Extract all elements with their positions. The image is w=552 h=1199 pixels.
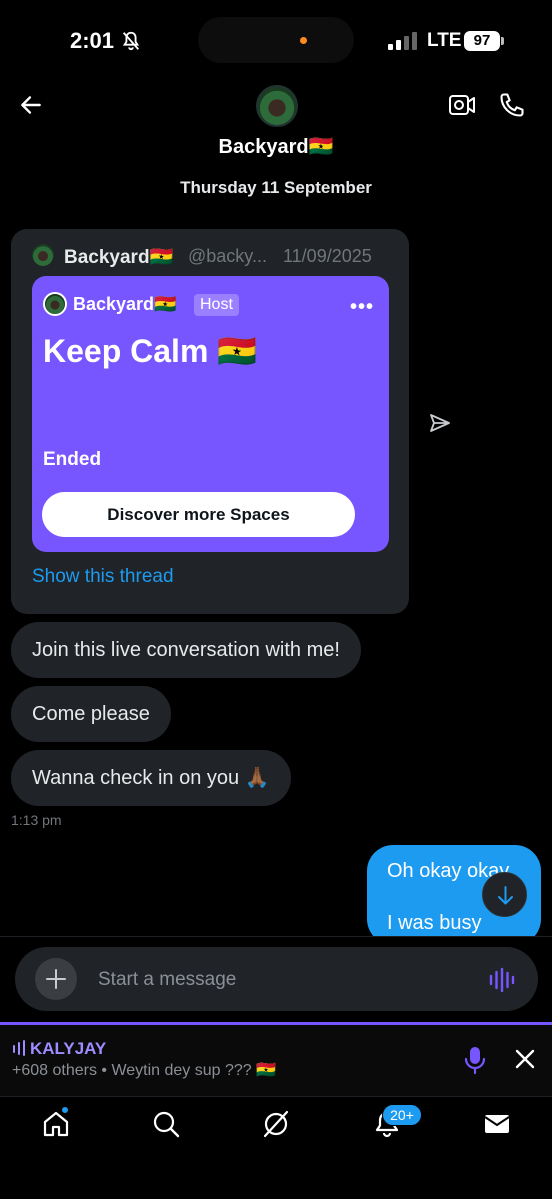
voice-message-icon[interactable] — [488, 967, 516, 993]
message-bubble-incoming[interactable]: Wanna check in on you 🙏🏾 — [11, 750, 291, 806]
outgoing-message-line: I was busy — [387, 912, 482, 934]
grok-icon[interactable] — [261, 1109, 291, 1139]
share-send-icon[interactable] — [428, 411, 452, 435]
message-bubble-incoming[interactable]: Join this live conversation with me! — [11, 622, 361, 678]
status-bar: 2:01 LTE 97 — [0, 0, 552, 80]
space-status: Ended — [43, 449, 102, 470]
arrow-down-icon — [498, 886, 513, 905]
dynamic-island — [198, 17, 354, 63]
show-thread-link[interactable]: Show this thread — [32, 566, 174, 588]
space-title: Keep Calm 🇬🇭 — [43, 333, 258, 369]
contact-avatar[interactable] — [256, 85, 298, 127]
post-date: 11/09/2025 — [283, 246, 372, 266]
messages-icon[interactable] — [482, 1109, 512, 1139]
discover-spaces-button[interactable]: Discover more Spaces — [42, 492, 355, 537]
message-input[interactable] — [98, 965, 468, 995]
recording-dot-icon — [300, 37, 307, 44]
home-unread-dot — [61, 1106, 69, 1114]
microphone-icon[interactable] — [462, 1045, 488, 1075]
more-options-icon[interactable]: ••• — [350, 296, 374, 319]
live-space-subtitle: +608 others • Weytin dey sup ??? 🇬🇭 — [12, 1062, 277, 1079]
phone-call-icon[interactable] — [498, 91, 526, 119]
message-timestamp: 1:13 pm — [11, 812, 62, 828]
video-call-icon[interactable] — [448, 92, 476, 118]
back-arrow-icon[interactable] — [18, 92, 44, 118]
post-author-avatar — [32, 244, 54, 266]
add-media-button[interactable] — [35, 958, 77, 1000]
network-type: LTE — [427, 30, 462, 51]
post-author-name: Backyard🇬🇭 — [64, 247, 174, 268]
date-separator: Thursday 11 September — [180, 178, 372, 197]
live-audio-icon — [13, 1040, 25, 1056]
message-bubble-incoming[interactable]: Come please — [11, 686, 171, 742]
contact-name[interactable]: Backyard🇬🇭 — [0, 134, 552, 159]
live-space-host: KALYJAY — [30, 1039, 107, 1058]
host-badge: Host — [194, 294, 239, 316]
plus-icon — [46, 969, 66, 989]
close-icon[interactable] — [514, 1048, 536, 1070]
status-time: 2:01 — [70, 28, 115, 53]
notifications-badge: 20+ — [382, 1104, 422, 1126]
space-host-avatar — [43, 292, 67, 316]
post-author-handle: @backy... — [188, 246, 267, 266]
search-icon[interactable] — [151, 1109, 181, 1139]
battery-tip — [501, 37, 504, 45]
battery-icon: 97 — [464, 31, 500, 51]
space-host-name: Backyard🇬🇭 — [73, 294, 177, 314]
scroll-to-bottom-button[interactable] — [482, 872, 527, 917]
signal-bars-icon — [388, 32, 417, 50]
bell-muted-icon — [122, 31, 140, 51]
